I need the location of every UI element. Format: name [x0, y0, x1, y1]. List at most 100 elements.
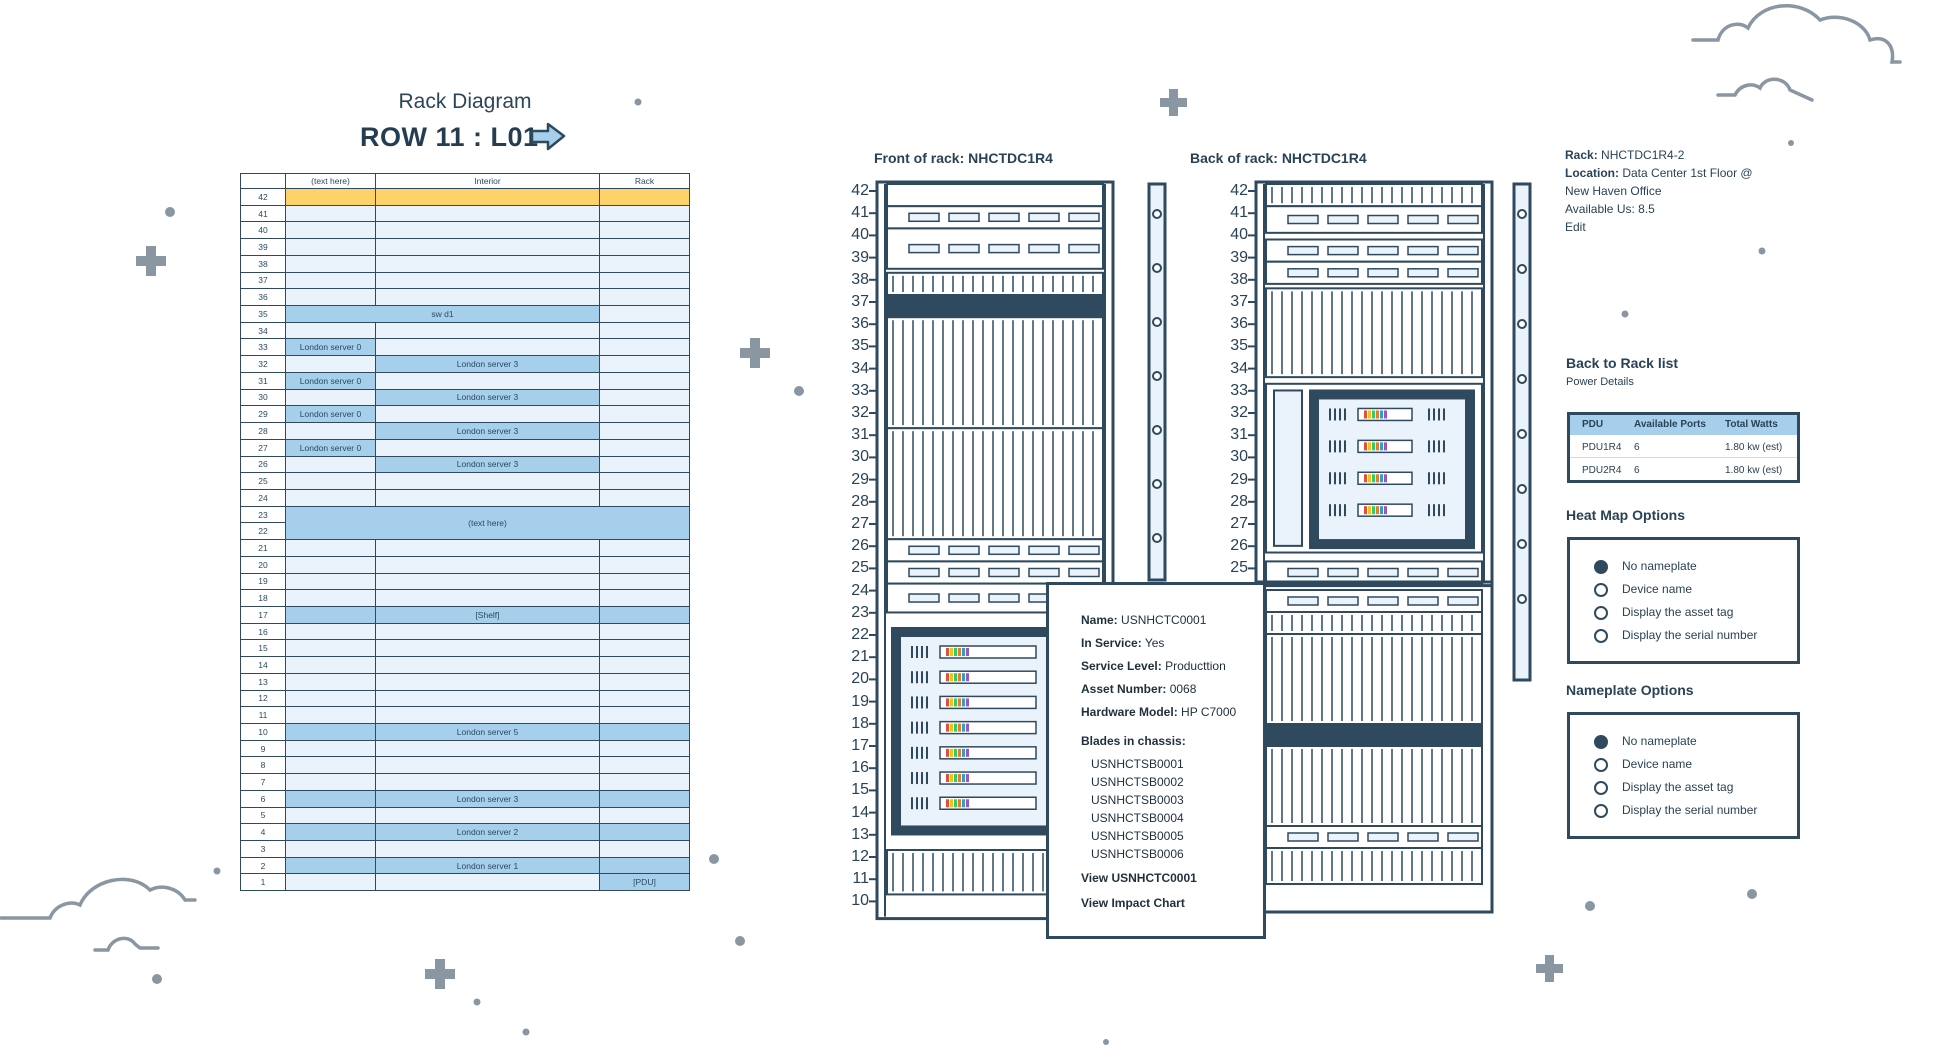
led	[1368, 474, 1371, 483]
port-block	[1447, 214, 1479, 225]
port-block	[1327, 268, 1359, 278]
led	[1372, 474, 1375, 483]
service-level-value: Producttion	[1165, 659, 1226, 673]
device-name: USNHCTC0001	[1121, 613, 1207, 627]
radio-button[interactable]	[1594, 629, 1608, 643]
port-block	[1327, 832, 1359, 842]
blade-item: USNHCTSB0002	[1091, 775, 1184, 789]
heat-map-heading: Heat Map Options	[1566, 507, 1686, 523]
port-block	[1327, 567, 1359, 578]
led	[1384, 410, 1387, 419]
location-value-2: New Haven Office	[1565, 184, 1662, 198]
radio-button[interactable]	[1594, 781, 1608, 795]
radio-button[interactable]	[1594, 606, 1608, 620]
radio-button[interactable]	[1594, 583, 1608, 597]
rack-device	[1265, 287, 1483, 379]
asset-number-value: 0068	[1169, 682, 1197, 696]
led	[1380, 410, 1383, 419]
option-label[interactable]: No nameplate	[1622, 733, 1697, 749]
level-label: Service Level:	[1081, 659, 1162, 673]
outlet-icon	[1517, 264, 1527, 274]
option-label[interactable]: Display the serial number	[1622, 802, 1757, 818]
radio-button[interactable]	[1594, 758, 1608, 772]
nameplate-options: No nameplate Device name Display the asset…	[1567, 712, 1800, 839]
rack-device	[1265, 633, 1483, 725]
port-block	[1327, 245, 1359, 256]
option-label[interactable]: Display the asset tag	[1622, 779, 1733, 795]
led	[1380, 442, 1383, 451]
asset-label: Asset Number:	[1081, 682, 1167, 696]
pdu-watts: 1.80 kw (est)	[1725, 465, 1783, 476]
radio-button[interactable]	[1594, 804, 1608, 818]
option-label[interactable]: Display the asset tag	[1622, 604, 1733, 620]
rack-value: NHCTDC1R4-2	[1601, 148, 1685, 162]
port-block	[1287, 268, 1319, 278]
led	[1364, 410, 1367, 419]
vertical-device	[1273, 389, 1303, 547]
radio-button[interactable]	[1594, 560, 1608, 574]
port-block	[1447, 567, 1479, 578]
port-block	[1367, 596, 1399, 606]
port-block	[1447, 832, 1479, 842]
pdu-watts: 1.80 kw (est)	[1725, 442, 1783, 453]
service-label: In Service:	[1081, 636, 1142, 650]
blade-item: USNHCTSB0006	[1091, 847, 1184, 861]
device-popup: Name: USNHCTC0001 In Service: Yes Servic…	[1046, 582, 1266, 939]
rack-device	[1265, 183, 1483, 208]
led	[1380, 474, 1383, 483]
pdu-ports: 6	[1634, 442, 1640, 453]
nameplate-heading: Nameplate Options	[1566, 682, 1694, 698]
edit-link[interactable]: Edit	[1565, 218, 1753, 236]
model-label: Hardware Model:	[1081, 705, 1178, 719]
port-block	[1407, 567, 1439, 578]
blade-item: USNHCTSB0005	[1091, 829, 1184, 843]
hardware-model-value: HP C7000	[1181, 705, 1237, 719]
pdu-name: PDU2R4	[1582, 465, 1622, 476]
led	[1380, 506, 1383, 515]
led	[1364, 506, 1367, 515]
outlet-icon	[1517, 319, 1527, 329]
led	[1368, 442, 1371, 451]
port-block	[1407, 596, 1439, 606]
pdu-table-header: PDU Available Ports Total Watts	[1570, 415, 1797, 435]
led	[1384, 506, 1387, 515]
view-device-link[interactable]: View USNHCTC0001	[1081, 871, 1263, 896]
rack-device	[1265, 847, 1483, 885]
rack-device	[1265, 611, 1483, 635]
led	[1372, 506, 1375, 515]
port-block	[1367, 268, 1399, 278]
port-block	[1327, 596, 1359, 606]
port-block	[1447, 596, 1479, 606]
led	[1376, 410, 1379, 419]
rack-label: Rack:	[1565, 148, 1598, 162]
available-units: Available Us: 8.5	[1565, 202, 1655, 216]
radio-button[interactable]	[1594, 735, 1608, 749]
pdu-name: PDU1R4	[1582, 442, 1622, 453]
option-label[interactable]: Display the serial number	[1622, 627, 1757, 643]
blade-item: USNHCTSB0004	[1091, 811, 1184, 825]
led	[1368, 506, 1371, 515]
option-label[interactable]: No nameplate	[1622, 558, 1697, 574]
ports-column-header: Available Ports	[1634, 419, 1706, 430]
outlet-icon	[1517, 374, 1527, 384]
outlet-icon	[1517, 594, 1527, 604]
blades-label: Blades in chassis:	[1081, 734, 1186, 748]
pdu-table: PDU Available Ports Total Watts PDU1R4 6…	[1567, 412, 1800, 483]
port-block	[1287, 245, 1319, 256]
option-label[interactable]: Device name	[1622, 581, 1692, 597]
led	[1364, 474, 1367, 483]
rack-device	[1265, 745, 1483, 827]
rack-info: Rack: NHCTDC1R4-2 Location: Data Center …	[1565, 146, 1753, 236]
led	[1368, 410, 1371, 419]
in-service-value: Yes	[1144, 636, 1165, 650]
port-block	[1367, 214, 1399, 225]
led	[1376, 474, 1379, 483]
outlet-icon	[1517, 539, 1527, 549]
pdu-ports: 6	[1634, 465, 1640, 476]
option-label[interactable]: Device name	[1622, 756, 1692, 772]
outlet-icon	[1517, 484, 1527, 494]
blade-item: USNHCTSB0001	[1091, 757, 1184, 771]
port-block	[1367, 245, 1399, 256]
view-impact-chart-link[interactable]: View Impact Chart	[1081, 896, 1263, 921]
back-to-rack-list-link[interactable]: Back to Rack list	[1566, 355, 1678, 371]
